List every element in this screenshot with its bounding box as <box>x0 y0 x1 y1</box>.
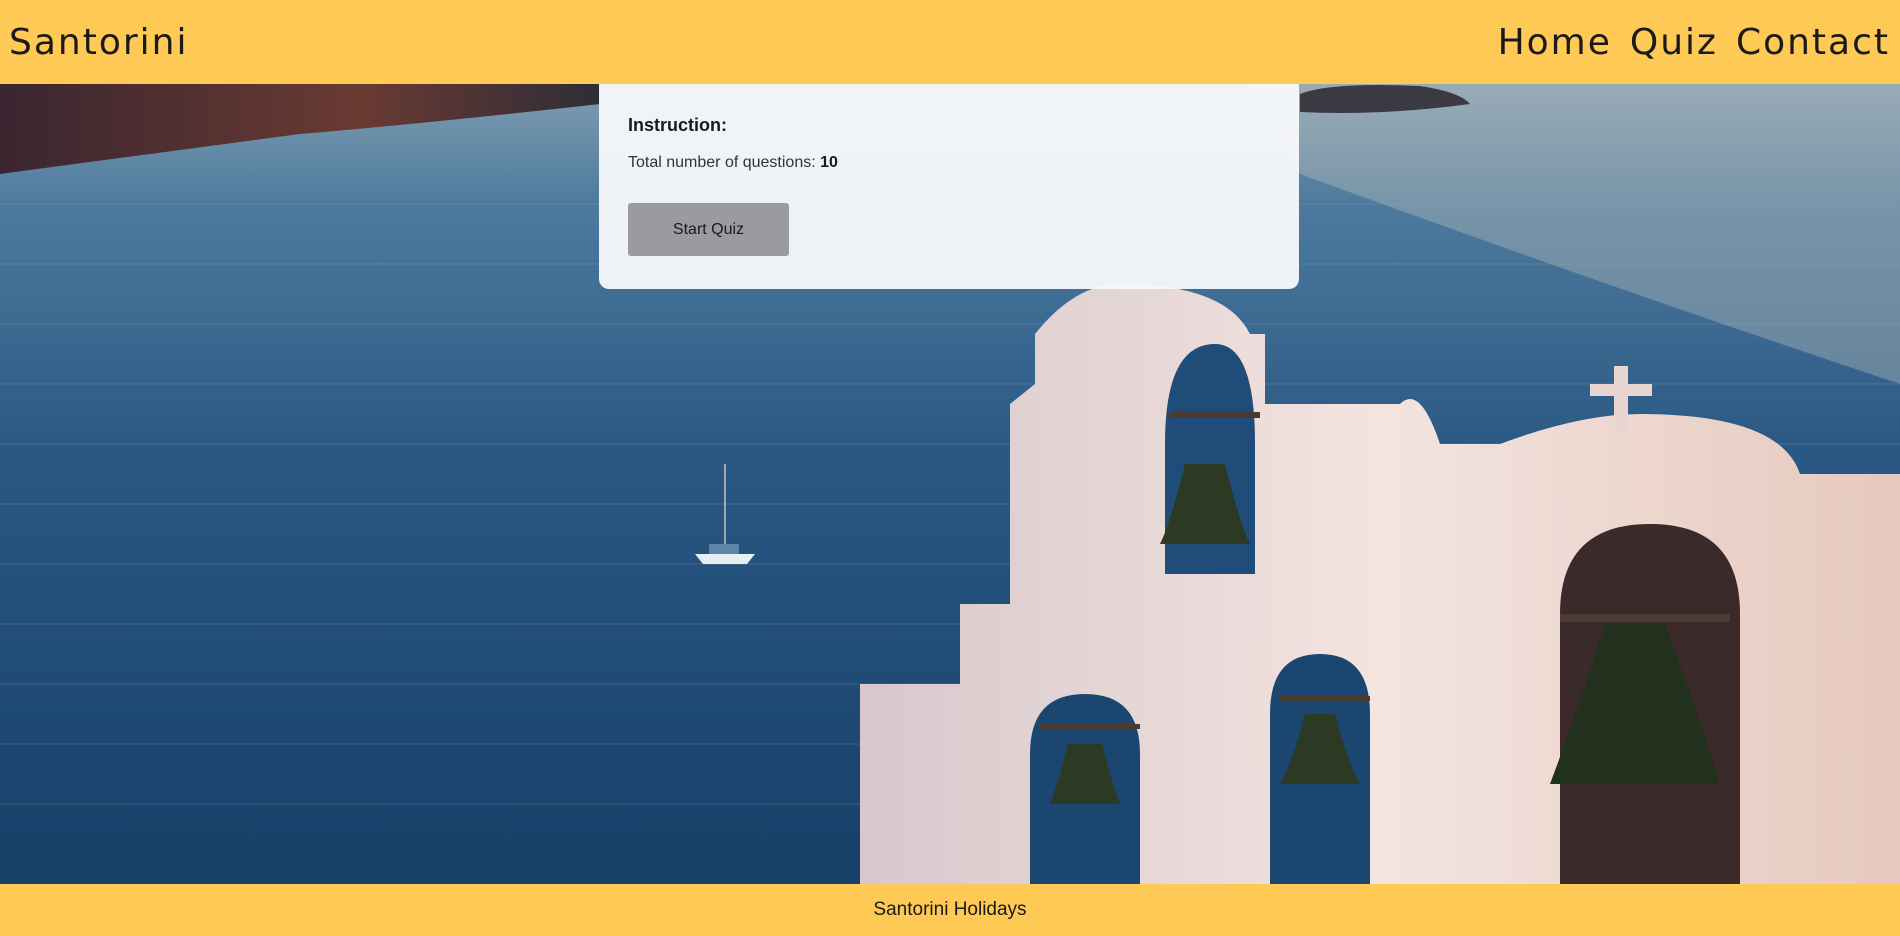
site-header: Santorini Home Quiz Contact <box>0 0 1900 84</box>
instruction-card: Instruction: Total number of questions: … <box>599 84 1299 289</box>
question-count-value: 10 <box>820 154 838 171</box>
nav-quiz-link[interactable]: Quiz <box>1630 22 1718 63</box>
nav-contact-link[interactable]: Contact <box>1736 22 1890 63</box>
question-count-label: Total number of questions: <box>628 154 821 171</box>
site-footer: Santorini Holidays <box>0 884 1900 936</box>
question-count-line: Total number of questions: 10 <box>628 154 1270 172</box>
site-brand[interactable]: Santorini <box>9 22 189 63</box>
footer-text: Santorini Holidays <box>873 899 1027 920</box>
instruction-title: Instruction: <box>628 115 727 135</box>
start-quiz-button[interactable]: Start Quiz <box>628 203 789 256</box>
nav-home-link[interactable]: Home <box>1498 22 1612 63</box>
main-nav: Home Quiz Contact <box>1498 22 1890 63</box>
